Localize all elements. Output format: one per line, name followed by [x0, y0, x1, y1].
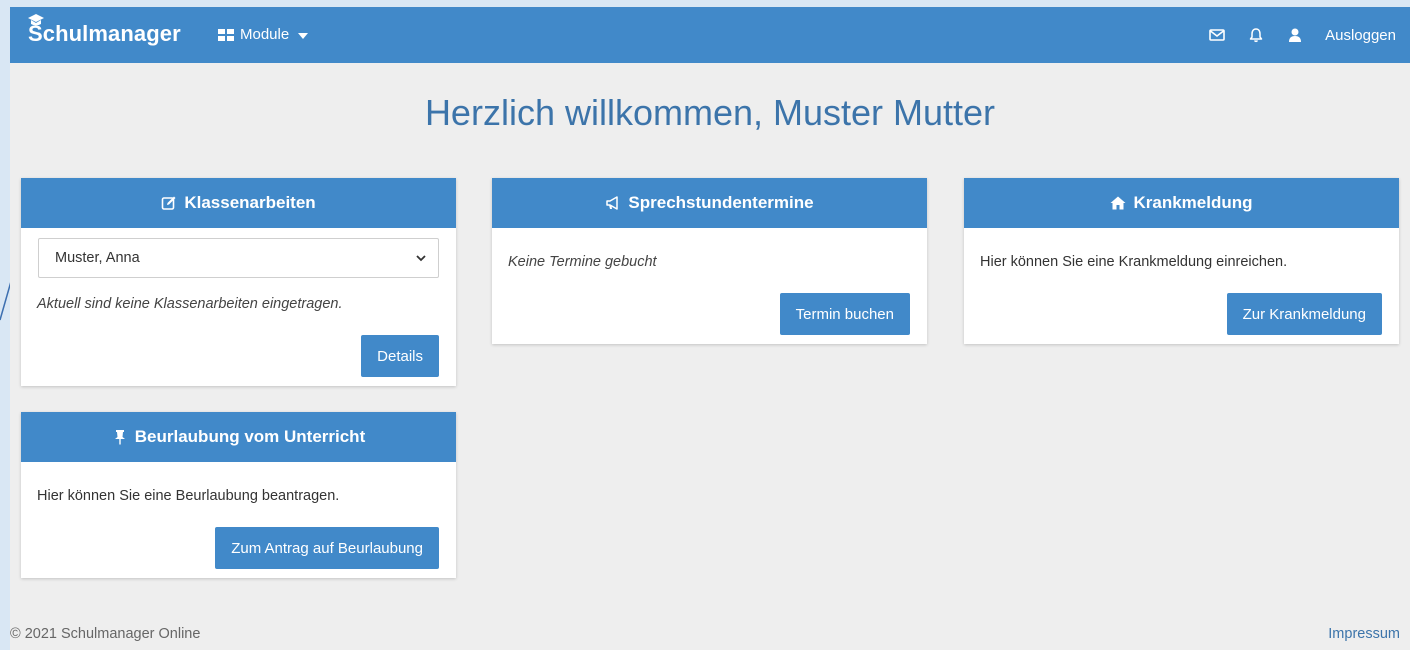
edit-icon: [162, 196, 176, 210]
app-frame: Schulmanager Module Ausloggen Herzlich w…: [10, 7, 1410, 650]
antrag-beurlaubung-button[interactable]: Zum Antrag auf Beurlaubung: [215, 527, 439, 569]
brand-name: Schulmanager: [28, 21, 181, 46]
impressum-link[interactable]: Impressum: [1328, 626, 1400, 642]
caret-down-icon: [298, 32, 309, 39]
beurlaubung-header: Beurlaubung vom Unterricht: [21, 412, 456, 462]
sprechstunden-card: Sprechstundentermine Keine Termine gebuc…: [492, 178, 927, 344]
zur-krankmeldung-button[interactable]: Zur Krankmeldung: [1226, 293, 1382, 335]
modules-dropdown[interactable]: Module: [218, 26, 309, 43]
footer-copyright: © 2021 Schulmanager Online: [10, 626, 201, 642]
klassenarbeiten-body: Muster, Anna Aktuell sind keine Klassena…: [21, 228, 456, 386]
student-select[interactable]: Muster, Anna: [38, 238, 439, 278]
bell-icon[interactable]: [1248, 27, 1264, 43]
navbar-actions: Ausloggen: [1209, 7, 1396, 63]
krankmeldung-title: Krankmeldung: [1133, 193, 1253, 212]
krankmeldung-card: Krankmeldung Hier können Sie eine Krankm…: [964, 178, 1399, 344]
graduation-cap-icon: [28, 14, 44, 26]
beurlaubung-body: Hier können Sie eine Beurlaubung beantra…: [21, 462, 456, 578]
details-button[interactable]: Details: [361, 335, 439, 377]
envelope-icon[interactable]: [1209, 27, 1225, 43]
thumbtack-icon: [114, 430, 125, 445]
sprechstunden-header: Sprechstundentermine: [492, 178, 927, 228]
bullhorn-icon: [606, 196, 619, 210]
brand-logo[interactable]: Schulmanager: [28, 14, 181, 47]
beurlaubung-title: Beurlaubung vom Unterricht: [134, 427, 366, 446]
user-icon[interactable]: [1287, 27, 1303, 43]
modules-label: Module: [240, 26, 290, 43]
student-select-value: Muster, Anna: [55, 250, 140, 266]
krankmeldung-body: Hier können Sie eine Krankmeldung einrei…: [964, 228, 1399, 344]
sprechstunden-empty-text: Keine Termine gebucht: [508, 254, 657, 270]
krankmeldung-header: Krankmeldung: [964, 178, 1399, 228]
logout-link[interactable]: Ausloggen: [1325, 27, 1396, 44]
klassenarbeiten-header: Klassenarbeiten: [21, 178, 456, 228]
krankmeldung-text: Hier können Sie eine Krankmeldung einrei…: [980, 254, 1288, 270]
beurlaubung-text: Hier können Sie eine Beurlaubung beantra…: [37, 488, 340, 504]
grid-icon: [218, 28, 234, 41]
klassenarbeiten-title: Klassenarbeiten: [184, 193, 316, 212]
top-navbar: Schulmanager Module Ausloggen: [10, 7, 1410, 63]
home-icon: [1110, 196, 1126, 210]
chevron-down-icon: [416, 255, 426, 262]
page-title: Herzlich willkommen, Muster Mutter: [424, 92, 996, 133]
klassenarbeiten-empty-text: Aktuell sind keine Klassenarbeiten einge…: [37, 296, 343, 312]
termin-buchen-button[interactable]: Termin buchen: [779, 293, 910, 335]
klassenarbeiten-card: Klassenarbeiten Muster, Anna Aktuell sin…: [21, 178, 456, 386]
sprechstunden-title: Sprechstundentermine: [628, 193, 814, 212]
sprechstunden-body: Keine Termine gebucht Termin buchen: [492, 228, 927, 344]
beurlaubung-card: Beurlaubung vom Unterricht Hier können S…: [21, 412, 456, 578]
